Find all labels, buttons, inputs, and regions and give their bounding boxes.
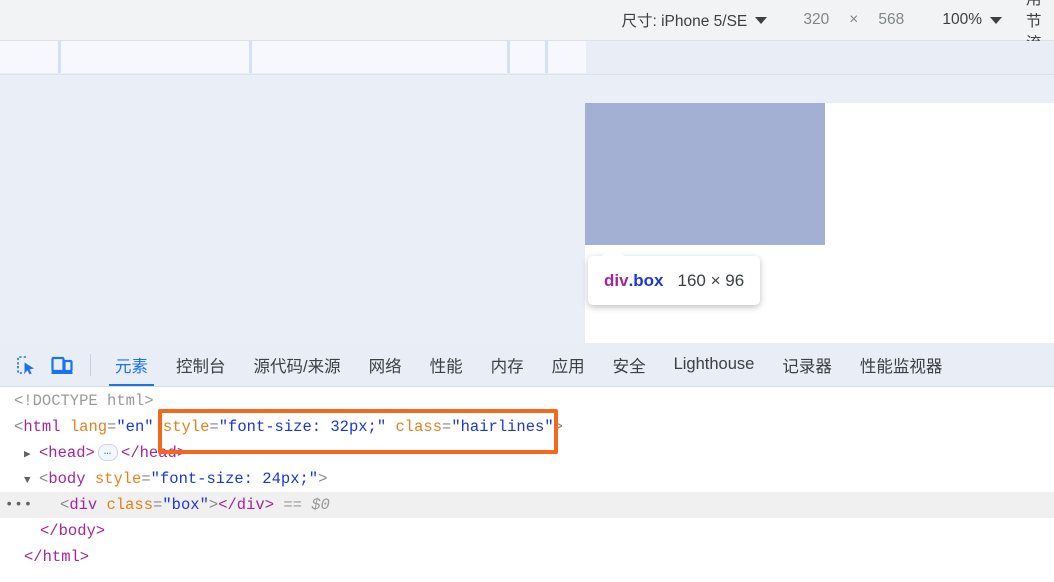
dimension-times-symbol: × [849,11,859,28]
head-open-tag: <head> [39,444,95,462]
device-ruler-bar [0,41,1054,75]
attr-name-style[interactable]: style [163,418,210,436]
dom-row-html-close[interactable]: </html> [0,544,1054,570]
tooltip-class-name: .box [628,270,664,290]
tab-label: 元素 [115,357,148,376]
ruler-cell [58,41,249,73]
tab-label: 控制台 [176,357,226,376]
tab-label: 性能 [429,357,463,376]
ruler-cell [0,41,58,73]
close-bracket: > [553,418,563,436]
doctype-text: <!DOCTYPE html> [14,392,154,410]
tab-console[interactable]: 控制台 [162,343,240,386]
open-bracket: < [39,470,49,488]
attr-value-class[interactable]: "box" [162,496,209,514]
tab-label: 记录器 [782,357,832,376]
expand-ellipsis-badge[interactable]: … [97,444,119,462]
dom-row-body-open[interactable]: ▼ <body style="font-size: 24px;"> [0,466,1054,492]
dom-row-html-open[interactable]: <html lang="en" style="font-size: 32px;"… [0,414,1054,440]
zoom-selector[interactable]: 100% [942,11,1002,29]
dom-row-doctype[interactable]: <!DOCTYPE html> [0,388,1054,414]
emulated-page-stage [0,75,1054,343]
tab-security[interactable]: 安全 [599,343,660,386]
tab-performance[interactable]: 性能 [416,343,477,386]
ruler-cell [507,41,545,73]
attr-name-class[interactable]: class [107,496,154,514]
tab-label: 网络 [368,357,402,376]
chevron-down-icon [755,16,768,24]
attr-name-lang[interactable]: lang [70,418,107,436]
ruler-cell [249,41,507,73]
tab-memory[interactable]: 内存 [477,343,538,386]
device-width-input[interactable]: 320 [793,11,839,29]
tooltip-dimensions: 160 × 96 [677,270,745,290]
attr-value-style[interactable]: "font-size: 32px;" [219,418,386,436]
tab-sources[interactable]: 源代码/来源 [240,343,355,386]
dom-row-head[interactable]: ▶ <head>… </head> [0,440,1054,466]
tab-application[interactable]: 应用 [538,343,599,386]
tab-label: 应用 [551,357,585,376]
tab-label: 安全 [612,357,646,376]
close-bracket: > [318,470,328,488]
inspect-element-icon[interactable] [8,343,44,386]
tag-name: body [48,470,86,488]
tooltip-arrow-icon [601,245,625,257]
open-bracket: < [60,496,70,514]
attr-name-style[interactable]: style [95,470,142,488]
tab-label: 源代码/来源 [253,357,341,376]
html-close-tag: </html> [24,548,90,566]
chevron-down-icon[interactable]: ▼ [24,468,37,494]
chevron-right-icon[interactable]: ▶ [24,442,37,468]
zoom-value-label: 100% [942,11,982,28]
attr-name-class[interactable]: class [395,418,442,436]
attr-value-lang[interactable]: "en" [116,418,153,436]
tab-performance-monitor[interactable]: 性能监视器 [846,343,957,386]
tag-name: html [23,418,61,436]
device-emulation-toolbar: 尺寸: iPhone 5/SE 320 × 568 100% 已停用节流模式 [0,0,1054,96]
device-preset-selector[interactable]: 尺寸: iPhone 5/SE [621,9,768,31]
toolbar-separator [90,353,91,376]
dom-row-body-close[interactable]: </body> [0,518,1054,544]
device-height-input[interactable]: 568 [868,11,914,29]
tab-lighthouse[interactable]: Lighthouse [660,343,769,386]
tab-elements[interactable]: 元素 [101,343,162,386]
ruler-cell [545,41,586,73]
close-bracket: > [208,496,219,514]
element-highlight-box [585,103,825,245]
tag-name: div [69,496,98,514]
chevron-down-icon [990,16,1002,24]
dom-row-div-box[interactable]: ••• <div class="box"></div> == $0 [0,492,1054,518]
devtools-window: 尺寸: iPhone 5/SE 320 × 568 100% 已停用节流模式 d… [0,0,1054,582]
div-close-tag: </div> [218,496,274,514]
selected-node-ref: == $0 [283,496,330,514]
element-highlight-tooltip: div .box 160 × 96 [588,256,761,305]
tooltip-tag-name: div [604,270,629,290]
node-menu-icon[interactable]: ••• [5,492,33,518]
body-close-tag: </body> [40,522,106,540]
attr-value-class[interactable]: "hairlines" [451,418,553,436]
tab-label: 性能监视器 [859,357,943,376]
device-preset-label: 尺寸: iPhone 5/SE [621,13,748,30]
device-toolbar-controls: 尺寸: iPhone 5/SE 320 × 568 100% 已停用节流模式 [621,0,1054,96]
dom-tree-panel[interactable]: <!DOCTYPE html> <html lang="en" style="f… [0,388,1054,582]
tab-label: Lighthouse [673,355,755,373]
devtools-tab-bar: 元素 控制台 源代码/来源 网络 性能 内存 应用 安全 Lighthouse … [0,343,1054,387]
tab-label: 内存 [490,357,524,376]
head-close-tag: </head> [121,444,187,462]
toggle-device-toolbar-icon[interactable] [44,343,80,386]
open-bracket: < [14,418,24,436]
tab-recorder[interactable]: 记录器 [768,343,846,386]
attr-value-style[interactable]: "font-size: 24px;" [151,470,318,488]
tab-network[interactable]: 网络 [355,343,416,386]
